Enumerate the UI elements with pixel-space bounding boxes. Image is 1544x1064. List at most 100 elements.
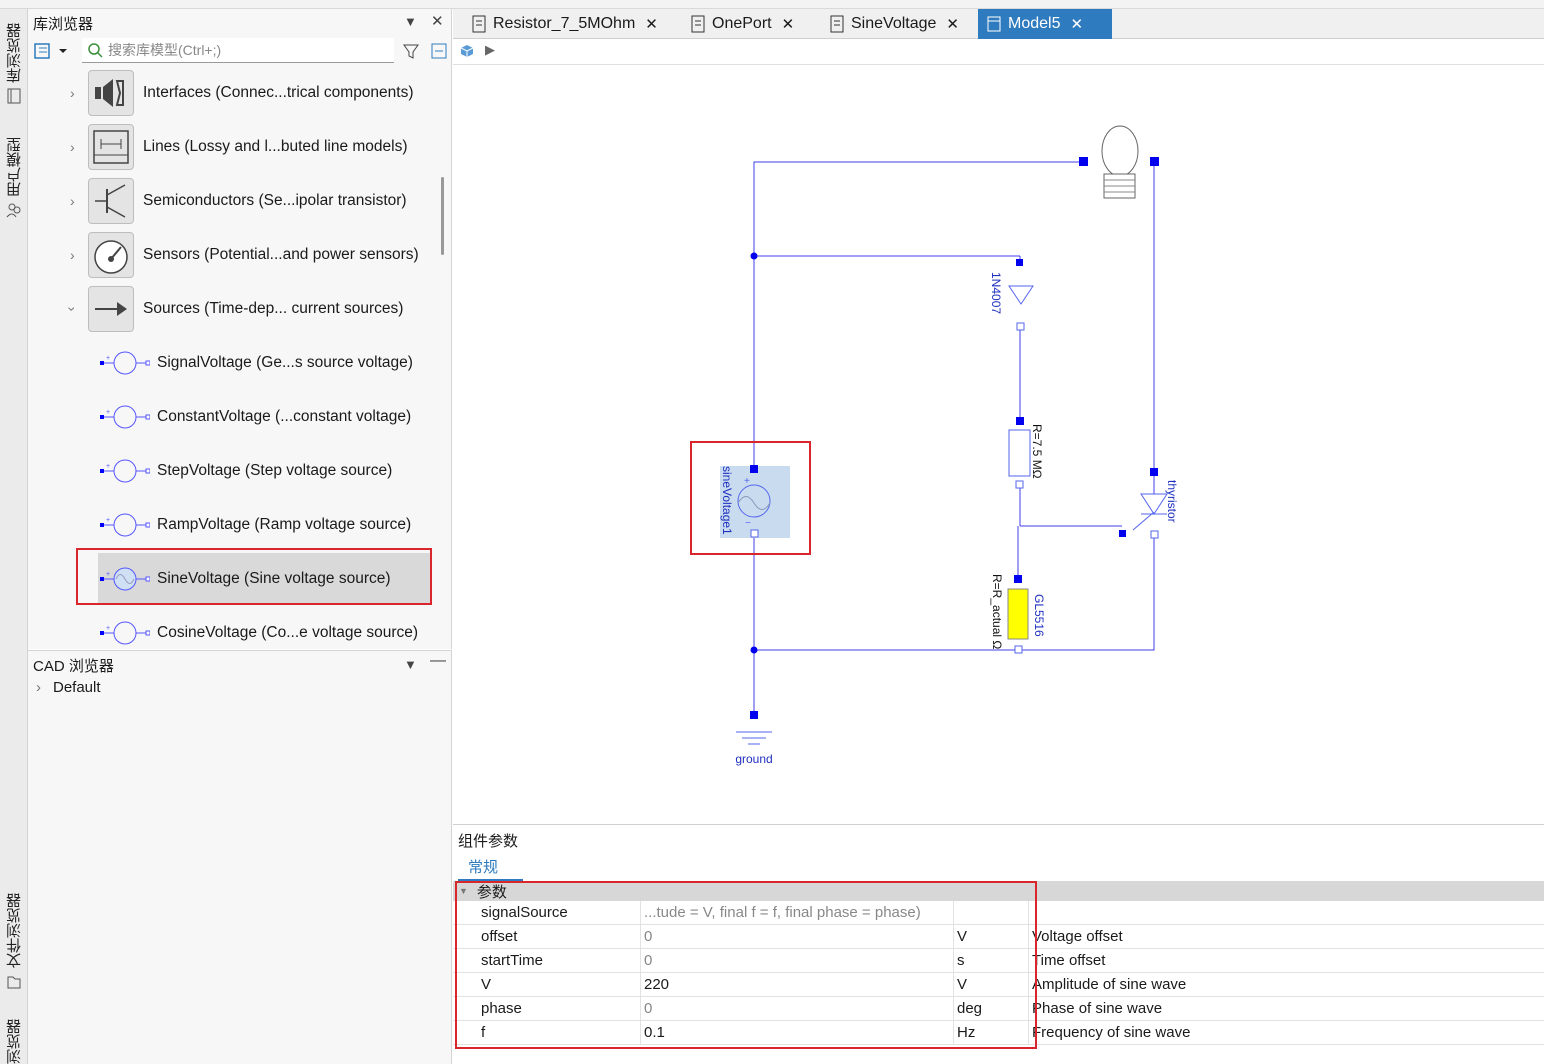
- tab-oneport[interactable]: OnePort ✕: [682, 9, 807, 39]
- column-divider: [640, 901, 641, 1045]
- side-tab-file-browser[interactable]: 文件浏览器: [0, 893, 28, 990]
- svg-text:+: +: [744, 476, 750, 487]
- cad-item-default[interactable]: › Default: [36, 679, 101, 696]
- parameter-unit: V: [957, 928, 968, 945]
- breadcrumb-toolbar: ▶: [453, 39, 1544, 65]
- library-browser-header: 库浏览器 ▼ ✕: [28, 9, 451, 37]
- tree-view-icon[interactable]: [34, 42, 70, 60]
- chevron-down-icon[interactable]: ›: [64, 307, 80, 312]
- document-tab-bar: Resistor_7_5MOhm ✕ OnePort ✕ SineVoltage…: [453, 9, 1544, 39]
- side-tab-user-models[interactable]: 用户模型: [0, 137, 28, 219]
- library-item-sources[interactable]: › Sources (Time-dep... current sources): [28, 282, 440, 336]
- chevron-right-icon[interactable]: ›: [70, 85, 75, 101]
- diode-label: 1N4007: [989, 272, 1003, 314]
- close-icon[interactable]: ✕: [431, 12, 444, 30]
- library-item-signalvoltage[interactable]: + SignalVoltage (Ge...s source voltage): [28, 336, 440, 390]
- cad-item-label: Default: [53, 679, 101, 696]
- chevron-right-icon[interactable]: ›: [70, 247, 75, 263]
- chevron-down-icon[interactable]: ▼: [404, 14, 417, 29]
- close-icon[interactable]: ✕: [1070, 15, 1083, 33]
- library-item-sinevoltage[interactable]: + SineVoltage (Sine voltage source): [28, 552, 440, 606]
- library-item-stepvoltage[interactable]: + StepVoltage (Step voltage source): [28, 444, 440, 498]
- library-item-interfaces[interactable]: › Interfaces (Connec...trical components…: [28, 66, 440, 120]
- parameter-value[interactable]: 0: [644, 1000, 652, 1017]
- chevron-right-icon[interactable]: ▶: [485, 42, 495, 58]
- source-arrow-icon: [88, 286, 134, 332]
- close-icon[interactable]: ✕: [645, 15, 658, 33]
- library-scrollbar[interactable]: [441, 177, 444, 255]
- filter-icon[interactable]: [402, 42, 420, 60]
- users-icon: [6, 203, 21, 218]
- parameter-row-starttime[interactable]: startTime 0 s Time offset: [453, 949, 1544, 973]
- parameter-unit: Hz: [957, 1024, 976, 1041]
- parameter-value[interactable]: 0.1: [644, 1024, 665, 1041]
- library-icon: [7, 88, 21, 104]
- library-tree: › Interfaces (Connec...trical components…: [28, 65, 440, 649]
- library-search-placeholder: 搜索库模型(Ctrl+;): [108, 42, 222, 58]
- parameter-name: phase: [481, 1000, 522, 1017]
- parameter-name: signalSource: [481, 904, 568, 921]
- cube-icon[interactable]: [460, 44, 474, 58]
- library-item-sensors[interactable]: › Sensors (Potential...and power sensors…: [28, 228, 440, 282]
- side-tab-user-models-label: 用户模型: [5, 137, 23, 197]
- chevron-right-icon[interactable]: ›: [70, 139, 75, 155]
- parameter-row-signalsource[interactable]: signalSource ...tude = V, final f = f, f…: [453, 901, 1544, 925]
- column-divider: [953, 901, 954, 1045]
- tab-model5[interactable]: Model5 ✕: [978, 9, 1112, 39]
- diagram-canvas[interactable]: 1N4007 R=7.5 MΩ thyristor GL5516 R=R_act…: [453, 66, 1544, 824]
- close-icon[interactable]: ✕: [946, 15, 959, 33]
- parameter-value[interactable]: 0: [644, 952, 652, 969]
- tab-label: Model5: [1008, 15, 1061, 32]
- tab-general[interactable]: 常规: [468, 856, 498, 877]
- ground-component: ground: [735, 711, 773, 766]
- parameter-name: startTime: [481, 952, 543, 969]
- ldr-value-label: R=R_actual Ω: [990, 574, 1004, 649]
- ground-label: ground: [735, 752, 772, 766]
- parameter-row-v[interactable]: V 220 V Amplitude of sine wave: [453, 973, 1544, 997]
- parameter-value[interactable]: 0: [644, 928, 652, 945]
- folder-icon: [7, 976, 21, 989]
- parameter-row-offset[interactable]: offset 0 V Voltage offset: [453, 925, 1544, 949]
- side-tab-file-browser-label: 文件浏览器: [5, 893, 23, 968]
- library-item-label: SineVoltage (Sine voltage source): [157, 570, 391, 587]
- side-tab-library[interactable]: 库浏览器: [0, 23, 28, 105]
- chevron-right-icon[interactable]: ›: [36, 679, 41, 696]
- chevron-down-icon[interactable]: ▼: [404, 657, 417, 672]
- parameter-unit: s: [957, 952, 965, 969]
- tab-resistor[interactable]: Resistor_7_5MOhm ✕: [463, 9, 668, 39]
- parameter-group-header[interactable]: ▼ 参数: [453, 881, 1544, 901]
- library-item-constantvoltage[interactable]: + ConstantVoltage (...constant voltage): [28, 390, 440, 444]
- cad-browser-panel: CAD 浏览器 ▼ — › Default: [28, 650, 452, 1064]
- gauge-icon: [88, 232, 134, 278]
- library-item-label: ConstantVoltage (...constant voltage): [157, 408, 412, 425]
- minimize-icon[interactable]: —: [430, 652, 446, 670]
- library-item-cosinevoltage[interactable]: + CosineVoltage (Co...e voltage source): [28, 606, 440, 649]
- collapse-triangle-icon[interactable]: ▼: [459, 886, 468, 896]
- chevron-right-icon[interactable]: ›: [70, 193, 75, 209]
- library-item-label: CosineVoltage (Co...e voltage source): [157, 624, 419, 641]
- close-icon[interactable]: ✕: [782, 15, 795, 33]
- parameter-unit: deg: [957, 1000, 983, 1017]
- svg-text:+: +: [106, 517, 110, 524]
- tab-sinevoltage[interactable]: SineVoltage ✕: [821, 9, 961, 39]
- library-item-lines[interactable]: › Lines (Lossy and l...buted line models…: [28, 120, 440, 174]
- library-item-semiconductors[interactable]: › Semiconductors (Se...ipolar transistor…: [28, 174, 440, 228]
- parameter-description: Frequency of sine wave: [1032, 1024, 1191, 1041]
- sine-voltage-source-icon: +: [100, 567, 150, 591]
- library-item-label: SignalVoltage (Ge...s source voltage): [157, 354, 413, 371]
- parameter-row-f[interactable]: f 0.1 Hz Frequency of sine wave: [453, 1021, 1544, 1045]
- library-search-input[interactable]: 搜索库模型(Ctrl+;): [82, 38, 394, 63]
- search-icon: [88, 43, 103, 58]
- parameter-row-phase[interactable]: phase 0 deg Phase of sine wave: [453, 997, 1544, 1021]
- document-icon: [691, 15, 705, 33]
- collapse-all-icon[interactable]: [430, 42, 448, 60]
- library-item-rampvoltage[interactable]: + RampVoltage (Ramp voltage source): [28, 498, 440, 552]
- tab-label: Resistor_7_5MOhm: [493, 15, 636, 32]
- parameter-value[interactable]: 220: [644, 976, 669, 993]
- voltage-source-icon: +: [100, 513, 150, 537]
- sine-voltage-source-component: + − sineVoltage1: [720, 465, 790, 538]
- parameter-value[interactable]: ...tude = V, final f = f, final phase = …: [644, 904, 921, 921]
- junction-dot: [750, 252, 758, 260]
- side-tab-bottom[interactable]: 浏览器: [0, 1019, 28, 1064]
- side-tab-library-label: 库浏览器: [5, 23, 23, 83]
